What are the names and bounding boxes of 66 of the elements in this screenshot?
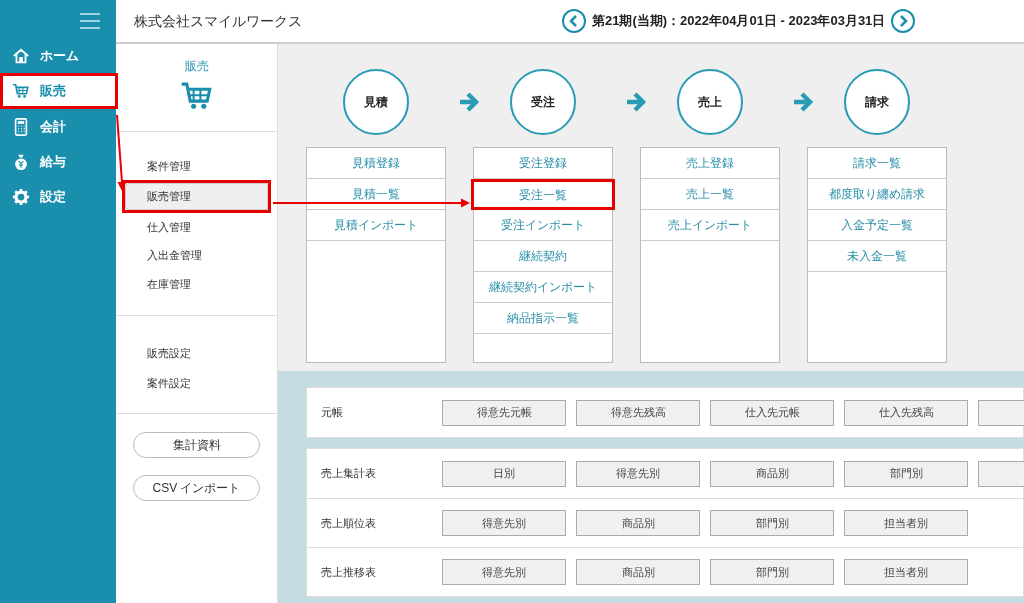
report-button[interactable]: 得意先別 [442, 510, 566, 536]
report-button[interactable]: 得意先残高 [576, 399, 700, 426]
card-link[interactable]: 都度取り纏め請求 [808, 179, 946, 210]
card-link[interactable]: 請求一覧 [808, 148, 946, 179]
card-link[interactable]: 売上一覧 [641, 179, 779, 210]
chevron-right-icon [898, 15, 909, 27]
card-link[interactable]: 売上インポート [641, 210, 779, 241]
sidebar-item[interactable]: ホーム [0, 38, 116, 73]
report-button[interactable]: 仕入先元帳 [710, 399, 834, 426]
previous-button[interactable] [562, 9, 586, 33]
sidebar-item[interactable]: 設定 [0, 179, 116, 214]
sidebar-item[interactable]: 給与 [0, 144, 116, 179]
card-link[interactable]: 受注登録 [474, 148, 612, 179]
next-button[interactable] [891, 9, 916, 33]
submenu-item[interactable]: 販売管理 [122, 180, 271, 213]
card-link[interactable]: 受注インポート [474, 210, 612, 241]
report-button[interactable]: 仕入先残高 [844, 399, 968, 426]
card-link[interactable]: 見積インポート [307, 210, 445, 241]
submenu-button[interactable]: CSV インポート [133, 475, 260, 501]
menu-button[interactable] [80, 13, 100, 29]
card-link[interactable]: 受注一覧 [471, 179, 615, 210]
card-link[interactable]: 納品指示一覧 [474, 303, 612, 334]
arrow-icon [792, 92, 814, 112]
report-button[interactable]: 部門別 [710, 510, 834, 536]
submenu-item[interactable]: 販売設定 [116, 338, 277, 368]
card-link[interactable]: 見積登録 [307, 148, 445, 179]
card-link[interactable]: 継続契約 [474, 241, 612, 272]
arrow-icon [458, 92, 480, 112]
report-button[interactable]: 担当者別 [844, 510, 968, 536]
submenu-title: 販売 [184, 58, 209, 75]
chevron-left-icon [569, 15, 579, 27]
submenu-item[interactable]: 仕入管理 [116, 212, 277, 242]
period-label: 第21期(当期)：2022年04月01日 - 2023年03月31日 [592, 12, 886, 31]
card-link[interactable]: 入金予定一覧 [808, 210, 946, 241]
card-link[interactable]: 継続契約インポート [474, 272, 612, 303]
submenu-item[interactable]: 入出金管理 [116, 241, 277, 270]
card-link[interactable]: 見積一覧 [307, 179, 445, 210]
cart-icon [12, 82, 30, 100]
arrow-icon [625, 92, 647, 112]
submenu-item[interactable]: 案件設定 [116, 368, 277, 398]
card-link[interactable]: 未入金一覧 [808, 241, 946, 272]
submenu-button[interactable]: 集計資料 [133, 432, 260, 458]
report-button[interactable]: 商品別 [576, 559, 700, 585]
report-button[interactable]: 日別 [442, 460, 566, 487]
money-bag-icon [12, 152, 30, 171]
sidebar-item[interactable]: 販売 [0, 73, 118, 109]
row-label: 売上順位表 [321, 515, 377, 531]
row-label: 元帳 [321, 405, 344, 421]
report-button[interactable]: 担当者別 [844, 559, 968, 585]
sidebar-item[interactable]: 会計 [0, 109, 116, 144]
report-button[interactable]: 商品別 [576, 510, 700, 536]
submenu-item[interactable]: 案件管理 [116, 152, 277, 181]
submenu-item[interactable]: 在庫管理 [116, 269, 277, 298]
report-button[interactable]: 得意先別 [576, 460, 700, 487]
row-label: 売上推移表 [321, 564, 377, 580]
report-button[interactable]: 得意先元帳 [442, 399, 566, 426]
home-icon [12, 46, 30, 65]
company-name: 株式会社スマイルワークス [134, 11, 303, 31]
settings-icon [12, 187, 30, 206]
report-button[interactable]: 部門別 [710, 559, 834, 585]
card-link[interactable]: 売上登録 [641, 148, 779, 179]
calculator-icon [12, 117, 30, 136]
row-label: 売上集計表 [321, 466, 377, 482]
report-button[interactable]: 商品別 [710, 460, 834, 487]
report-button[interactable]: 得意先別 [442, 559, 566, 585]
report-button[interactable]: 部門別 [844, 460, 968, 487]
